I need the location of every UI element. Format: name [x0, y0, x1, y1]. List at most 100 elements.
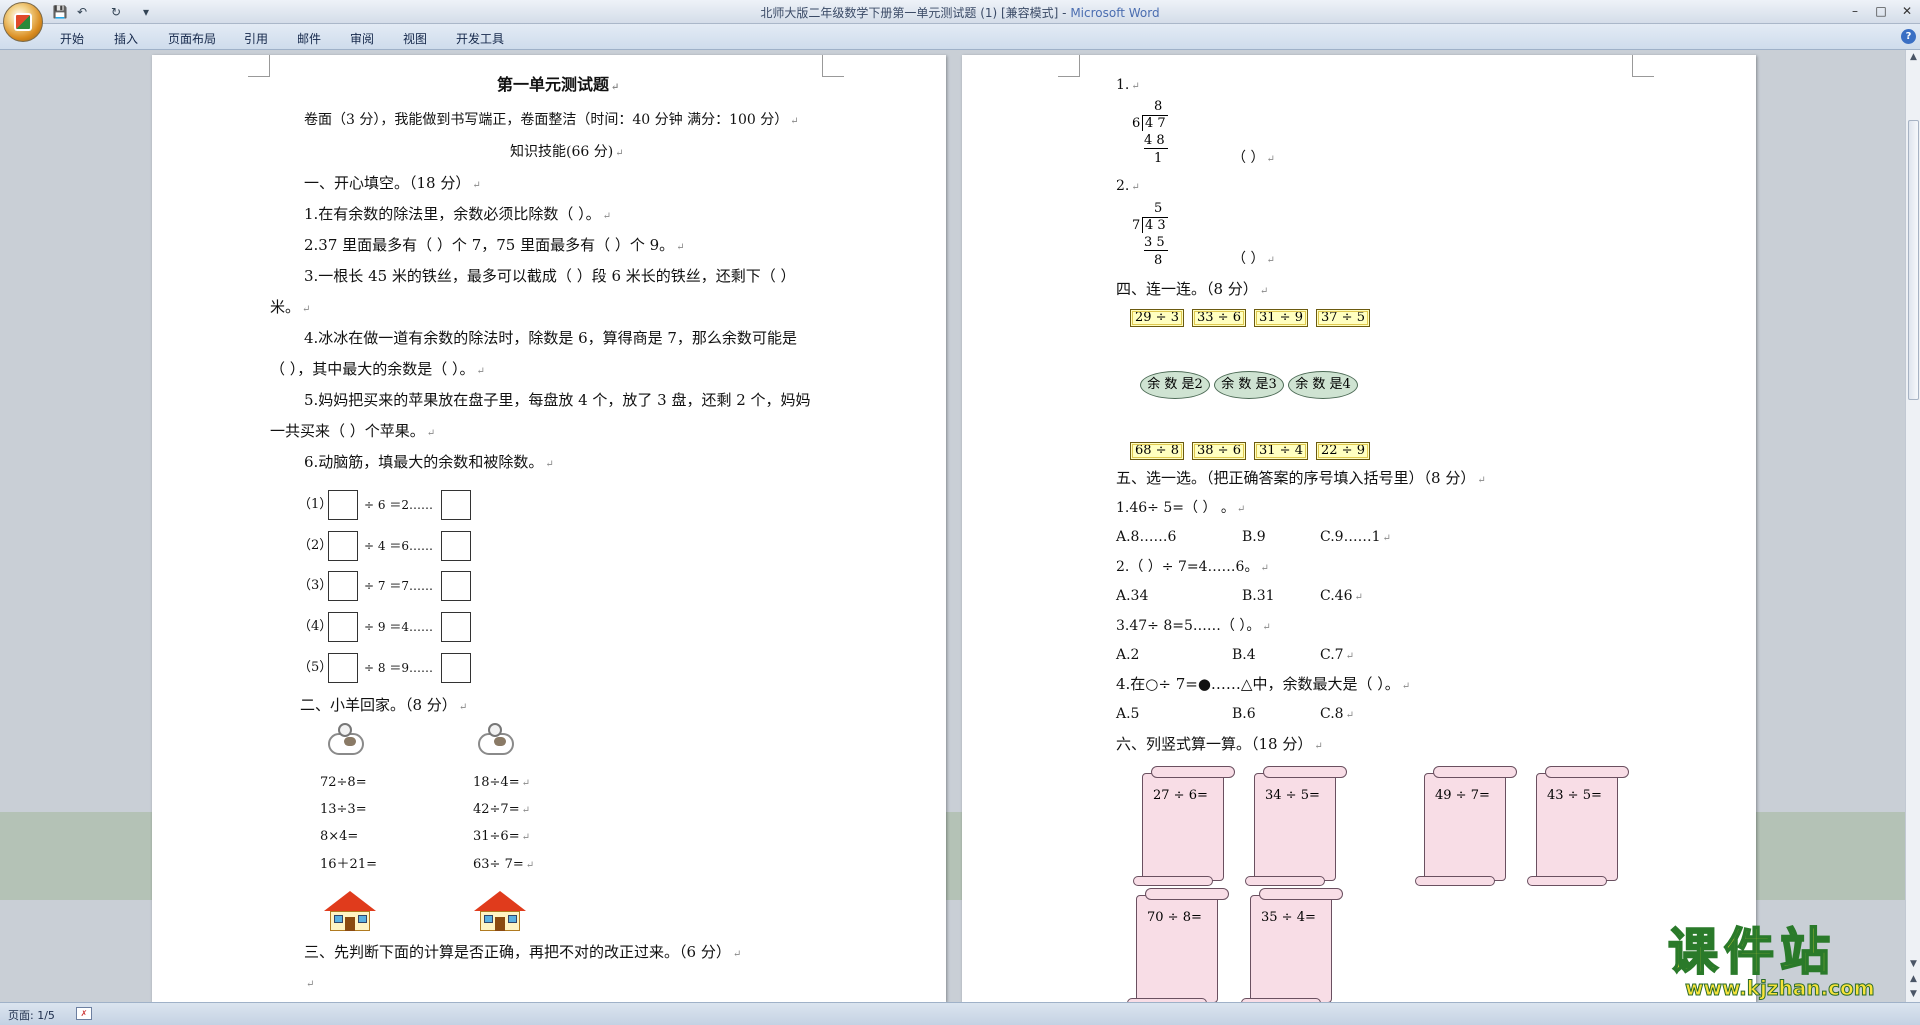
mc-option: B.9: [1242, 529, 1266, 545]
proofing-icon[interactable]: ✗: [76, 1007, 92, 1020]
next-page-icon[interactable]: ▼: [1906, 987, 1920, 1002]
tab-view[interactable]: 视图: [403, 30, 427, 47]
mc-option: B.6: [1232, 706, 1256, 722]
section-1-heading: 一、开心填空。（18 分） ↵: [304, 174, 481, 192]
document-page-1[interactable]: 第一单元测试题 ↵ 卷面（3 分），我能做到书写端正，卷面整洁（时间：40 分钟 …: [152, 55, 946, 1002]
mc-option: C.9……1 ↵: [1320, 529, 1391, 545]
question-5: 5.妈妈把买来的苹果放在盘子里，每盘放 4 个，放了 3 盘，还剩 2 个，妈妈: [304, 391, 811, 409]
section-3-heading: 三、先判断下面的计算是否正确，再把不对的改正过来。（6 分） ↵: [304, 943, 742, 961]
answer-parentheses: （ ） ↵: [1232, 251, 1275, 267]
scroll-problem: 49 ÷ 7=: [1435, 788, 1490, 803]
scroll-up-icon[interactable]: ▲: [1906, 50, 1920, 65]
tab-references[interactable]: 引用: [244, 30, 268, 47]
subheading: 知识技能(66 分) ↵: [510, 144, 624, 160]
answer-box[interactable]: [328, 490, 358, 520]
calc-item: 13÷3=: [320, 802, 367, 817]
work-scroll[interactable]: 70 ÷ 8=: [1127, 888, 1229, 1002]
blank-expression: ÷ 9 ＝4……: [364, 620, 433, 634]
vertical-scrollbar[interactable]: ▲ ▼ ▲ ▼: [1905, 50, 1920, 1002]
question-1: 1.在有余数的除法里，余数必须比除数（ ）。 ↵: [304, 205, 611, 223]
header-line: 卷面（3 分），我能做到书写端正，卷面整洁（时间：40 分钟 满分：100 分）…: [304, 112, 799, 128]
sheep-icon: [324, 723, 370, 759]
scroll-thumb[interactable]: [1908, 120, 1919, 400]
answer-box[interactable]: [441, 531, 471, 561]
ribbon-tabs: 开始 插入 页面布局 引用 邮件 审阅 视图 开发工具 ?: [0, 24, 1920, 50]
answer-box[interactable]: [441, 571, 471, 601]
work-scroll[interactable]: 34 ÷ 5=: [1245, 766, 1347, 886]
work-scroll[interactable]: 27 ÷ 6=: [1133, 766, 1235, 886]
scroll-problem: 34 ÷ 5=: [1265, 788, 1320, 803]
question-5-cont: 一共买来（ ）个苹果。 ↵: [270, 422, 436, 440]
answer-box[interactable]: [441, 653, 471, 683]
watermark-url: www.kjzhan.com: [1685, 976, 1876, 1001]
division-remainder: 1: [1154, 151, 1163, 166]
house-icon: [324, 891, 376, 931]
blank-expression: ÷ 6 ＝2……: [364, 498, 433, 512]
tab-home[interactable]: 开始: [60, 30, 84, 47]
tab-review[interactable]: 审阅: [350, 30, 374, 47]
maximize-icon[interactable]: □: [1868, 2, 1894, 20]
expression-box[interactable]: 22 ÷ 9: [1316, 442, 1370, 460]
tab-insert[interactable]: 插入: [114, 30, 138, 47]
mc-option: A.8……6: [1116, 529, 1177, 545]
mc-question-4: 4.在○÷ 7=●……△中，余数最大是（ ）。 ↵: [1116, 675, 1411, 693]
question-4-cont: （ ），其中最大的余数是（ ）。 ↵: [270, 360, 485, 378]
office-button[interactable]: [3, 2, 43, 42]
tab-mailings[interactable]: 邮件: [297, 30, 321, 47]
answer-box[interactable]: [328, 612, 358, 642]
division-divisor: 6: [1132, 116, 1141, 131]
remainder-oval[interactable]: 余 数 是4: [1288, 371, 1358, 399]
division-label: 1. ↵: [1116, 77, 1140, 93]
question-3-cont: 米。 ↵: [270, 298, 311, 316]
work-scroll[interactable]: 43 ÷ 5=: [1527, 766, 1629, 886]
question-6: 6.动脑筋，填最大的余数和被除数。 ↵: [304, 453, 554, 471]
crop-mark: [1632, 55, 1654, 77]
section-6-heading: 六、列竖式算一算。（18 分） ↵: [1116, 735, 1323, 753]
previous-page-icon[interactable]: ▲: [1906, 972, 1920, 987]
crop-mark: [822, 55, 844, 77]
scroll-down-icon[interactable]: ▼: [1906, 957, 1920, 972]
division-remainder: 8: [1154, 253, 1163, 268]
close-icon[interactable]: ✕: [1894, 2, 1920, 20]
calc-item: 31÷6= ↵: [473, 829, 530, 844]
mc-option: C.46 ↵: [1320, 588, 1363, 604]
mc-option: A.2: [1116, 647, 1140, 663]
house-icon: [474, 891, 526, 931]
tab-developer[interactable]: 开发工具: [456, 30, 504, 47]
scroll-problem: 43 ÷ 5=: [1547, 788, 1602, 803]
calc-item: 63÷ 7= ↵: [473, 857, 535, 872]
help-icon[interactable]: ?: [1901, 29, 1916, 44]
answer-box[interactable]: [441, 612, 471, 642]
scroll-problem: 27 ÷ 6=: [1153, 788, 1208, 803]
work-scroll[interactable]: 49 ÷ 7=: [1415, 766, 1517, 886]
remainder-oval[interactable]: 余 数 是3: [1214, 371, 1284, 399]
section-4-heading: 四、连一连。（8 分） ↵: [1116, 280, 1269, 298]
answer-box[interactable]: [328, 653, 358, 683]
division-divisor: 7: [1132, 218, 1141, 233]
expression-box[interactable]: 31 ÷ 4: [1254, 442, 1308, 460]
page-indicator[interactable]: 页面: 1/5: [8, 1007, 55, 1023]
crop-mark: [248, 55, 270, 77]
question-3: 3.一根长 45 米的铁丝，最多可以截成（ ）段 6 米长的铁丝，还剩下（ ）: [304, 267, 796, 285]
expression-box[interactable]: 29 ÷ 3: [1130, 309, 1184, 327]
remainder-oval[interactable]: 余 数 是2: [1140, 371, 1210, 399]
tab-page-layout[interactable]: 页面布局: [168, 30, 216, 47]
answer-box[interactable]: [441, 490, 471, 520]
question-4: 4.冰冰在做一道有余数的除法时，除数是 6，算得商是 7，那么余数可能是: [304, 329, 797, 347]
minimize-icon[interactable]: –: [1842, 2, 1868, 20]
expression-box[interactable]: 38 ÷ 6: [1192, 442, 1246, 460]
expression-box[interactable]: 37 ÷ 5: [1316, 309, 1370, 327]
expression-box[interactable]: 68 ÷ 8: [1130, 442, 1184, 460]
expression-box[interactable]: 33 ÷ 6: [1192, 309, 1246, 327]
document-page-2[interactable]: 1. ↵ 8 6 4 7 4 8 1 （ ） ↵ 2. ↵ 5 7 4 3 3 5 8…: [962, 55, 1756, 1002]
work-scroll[interactable]: 35 ÷ 4=: [1241, 888, 1343, 1002]
answer-box[interactable]: [328, 531, 358, 561]
division-product: 4 8: [1144, 133, 1168, 149]
mc-option: C.7 ↵: [1320, 647, 1354, 663]
division-quotient: 8: [1154, 99, 1163, 114]
division-quotient: 5: [1154, 201, 1163, 216]
answer-box[interactable]: [328, 571, 358, 601]
mc-question-2: 2.（ ）÷ 7=4……6。 ↵: [1116, 559, 1269, 575]
expression-box[interactable]: 31 ÷ 9: [1254, 309, 1308, 327]
section-2-heading: 二、小羊回家。（8 分） ↵: [300, 696, 468, 714]
